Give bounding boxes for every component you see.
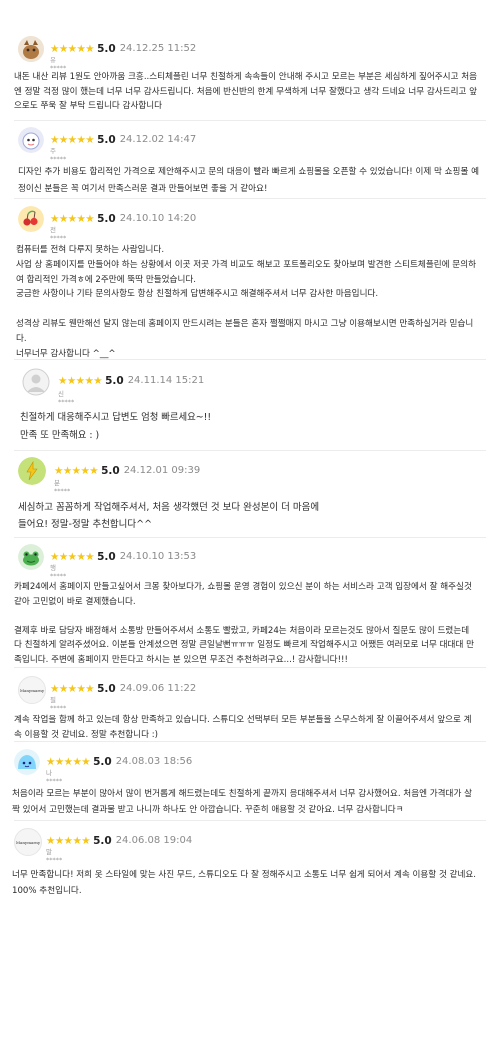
manymarny-logo-icon: Manymarny (18, 676, 46, 704)
review-date: 24.10.10 13:53 (119, 551, 197, 562)
rating: ★★★★★ 5.0 24.11.14 15:21 (58, 370, 205, 387)
blue-slime-icon (14, 749, 40, 775)
divider (14, 820, 486, 821)
review-text: 세심하고 꼼꼼하게 작업해주셔서, 처음 생각했던 것 보다 완성본이 더 마음… (18, 502, 320, 530)
rating: ★★★★★ 5.0 24.12.01 09:39 (54, 460, 201, 477)
divider (14, 537, 486, 538)
star-rating-icon: ★★★★★ (54, 464, 99, 477)
review-score: 5.0 (97, 682, 116, 695)
review-score: 5.0 (93, 834, 112, 847)
review-score: 5.0 (93, 755, 112, 768)
reviewer-name: 필***** (50, 696, 67, 712)
rating: ★★★★★ 5.0 24.09.06 11:22 (50, 678, 197, 695)
logo-text: Manymarny (15, 839, 41, 845)
divider (14, 741, 486, 742)
review-date: 24.06.08 19:04 (115, 835, 193, 846)
review-text: 카페24에서 홈페이지 만들고싶어서 크몽 찾아보다가, 쇼핑몰 운영 경험이 … (14, 582, 475, 665)
rating: ★★★★★ 5.0 24.10.10 14:20 (50, 208, 197, 225)
manymarny-logo-icon: Manymarny (14, 828, 42, 856)
rating: ★★★★★ 5.0 24.12.02 14:47 (50, 129, 197, 146)
review-score: 5.0 (97, 133, 116, 146)
lightning-icon (18, 457, 46, 485)
frog-icon (18, 544, 44, 570)
review-date: 24.12.01 09:39 (123, 465, 201, 476)
rating: ★★★★★ 5.0 24.10.10 13:53 (50, 546, 197, 563)
review-date: 24.12.25 11:52 (119, 43, 197, 54)
rating: ★★★★★ 5.0 24.08.03 18:56 (46, 751, 193, 768)
fox-doll-icon (18, 36, 44, 62)
review-text: 내돈 내산 리뷰 1원도 안아까움 크흥..스티체플린 너무 친절하게 속속들이… (14, 72, 478, 112)
reviewer-name: 신***** (58, 390, 75, 406)
reviewer-name: 말***** (46, 848, 63, 864)
star-rating-icon: ★★★★★ (58, 374, 103, 387)
reviewer-name: 주***** (50, 147, 67, 163)
divider (14, 667, 486, 668)
star-rating-icon: ★★★★★ (50, 682, 95, 695)
star-rating-icon: ★★★★★ (50, 42, 95, 55)
cartoon-face-icon (18, 127, 44, 153)
review-score: 5.0 (97, 212, 116, 225)
review-score: 5.0 (97, 42, 116, 55)
review-date: 24.12.02 14:47 (119, 134, 197, 145)
review-score: 5.0 (97, 550, 116, 563)
review-text: 디자인 추가 비용도 합리적인 가격으로 제안해주시고 문의 대응이 빨라 빠르… (18, 167, 480, 194)
review-date: 24.09.06 11:22 (119, 683, 197, 694)
star-rating-icon: ★★★★★ (50, 550, 95, 563)
review-text: 너무 만족합니다! 저희 옷 스타일에 맞는 사진 무드, 스튜디오도 다 잘 … (12, 870, 477, 896)
star-rating-icon: ★★★★★ (46, 834, 91, 847)
rating: ★★★★★ 5.0 24.12.25 11:52 (50, 38, 197, 55)
cherry-icon (18, 206, 44, 232)
review-text: 계속 작업을 함께 하고 있는데 항상 만족하고 있습니다. 스튜디오 선택부터… (14, 715, 472, 740)
divider (14, 120, 486, 121)
logo-text: Manymarny (19, 687, 45, 693)
divider (14, 198, 486, 199)
review-score: 5.0 (105, 374, 124, 387)
rating: ★★★★★ 5.0 24.06.08 19:04 (46, 830, 193, 847)
divider (14, 450, 486, 451)
review-text: 친절하게 대응해주시고 답변도 엄청 빠르세요~!! 만족 또 만족해요 : ) (20, 412, 212, 441)
star-rating-icon: ★★★★★ (46, 755, 91, 768)
reviewer-name: 행***** (50, 564, 67, 580)
reviewer-name: 전***** (50, 226, 67, 242)
star-rating-icon: ★★★★★ (50, 212, 95, 225)
review-text: 처음이라 모르는 부분이 많아서 많이 번거롭게 해드렸는데도 친절하게 끝까지… (12, 789, 473, 815)
review-date: 24.08.03 18:56 (115, 756, 193, 767)
default-user-icon (22, 368, 50, 396)
reviewer-name: 나***** (46, 769, 63, 785)
review-date: 24.11.14 15:21 (127, 375, 205, 386)
review-score: 5.0 (101, 464, 120, 477)
review-date: 24.10.10 14:20 (119, 213, 197, 224)
divider (14, 359, 486, 360)
reviewer-name: 분***** (54, 479, 71, 495)
star-rating-icon: ★★★★★ (50, 133, 95, 146)
review-text: 컴퓨터를 전혀 다루지 못하는 사람입니다. 사업 상 홈페이지를 만들어야 하… (16, 245, 477, 359)
